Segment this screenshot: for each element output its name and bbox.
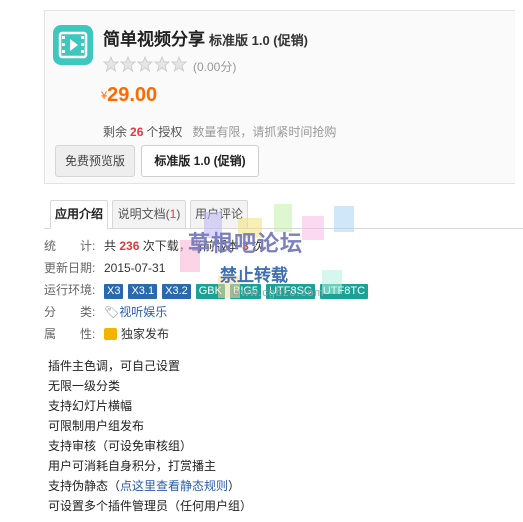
trial-version-button[interactable]: 免费预览版 [55, 145, 135, 177]
list-item: 可设置多个插件管理员（任何用户组） [48, 499, 253, 513]
rating-score: (0.00分) [193, 60, 237, 74]
star-icon [154, 56, 170, 72]
star-icon [120, 56, 136, 72]
star-icon [103, 56, 119, 72]
rewrite-rules-link[interactable]: 点这里查看静态规则 [120, 479, 228, 493]
rating-stars[interactable] [103, 56, 187, 72]
env-tag: X3.1 [128, 284, 158, 299]
video-app-icon [53, 25, 93, 65]
watermark-subtitle: 禁止转载 [220, 266, 288, 285]
list-item: 支持审核（可设免审核组） [48, 439, 193, 453]
list-item: 无限一级分类 [48, 379, 121, 393]
price: ¥29.00 [101, 84, 157, 107]
star-icon [171, 56, 187, 72]
tab-docs[interactable]: 说明文档(1) [112, 200, 186, 228]
price-value: 29.00 [107, 84, 158, 106]
stock-count: 26 [130, 125, 144, 139]
env-tag: X3.2 [162, 284, 191, 299]
category-link[interactable]: 视听娱乐 [119, 305, 167, 319]
watermark-title: 草根吧论坛 [188, 231, 304, 256]
exclusive-icon [104, 328, 117, 340]
tab-user-comments[interactable]: 用户评论 [190, 200, 248, 228]
tag-icon: 🏷︎ [104, 305, 120, 319]
list-item: 支持幻灯片横幅 [48, 399, 133, 413]
download-count: 236 [119, 239, 140, 253]
env-tag: GBK [195, 284, 225, 299]
version-badge: 标准版 1.0 (促销) [209, 33, 308, 48]
star-icon [137, 56, 153, 72]
stock-info: 剩余 26 个授权 数量有限，请抓紧时间抢购 [103, 125, 337, 139]
tab-bar: 应用介绍 说明文档(1) 用户评论 [44, 198, 523, 229]
list-item: 可限制用户组发布 [48, 419, 145, 433]
stock-note: 数量有限，请抓紧时间抢购 [192, 125, 337, 139]
app-title: 简单视频分享 标准版 1.0 (促销) [103, 30, 308, 49]
list-item: 支持伪静态（点这里查看静态规则） [48, 479, 241, 493]
env-tag: X3 [104, 284, 124, 299]
env-tag: UTF8TC [319, 284, 369, 299]
updated-date: 2015-07-31 [104, 261, 166, 275]
attribute-value: 独家发布 [121, 327, 170, 341]
watermark-url: www.cgbzo.com [232, 287, 325, 299]
list-item: 用户可消耗自身积分，打赏播主 [48, 459, 217, 473]
feature-list: 插件主色调，可自己设置 无限一级分类 支持幻灯片横幅 可限制用户组发布 支持审核… [48, 356, 252, 516]
standard-edition-button[interactable]: 标准版 1.0 (促销) [141, 145, 259, 177]
tab-app-intro[interactable]: 应用介绍 [50, 200, 108, 229]
product-card: 简单视频分享 标准版 1.0 (促销) (0.00分) ¥29.00 剩余 26 个授… [44, 10, 515, 184]
list-item: 插件主色调，可自己设置 [48, 359, 181, 373]
